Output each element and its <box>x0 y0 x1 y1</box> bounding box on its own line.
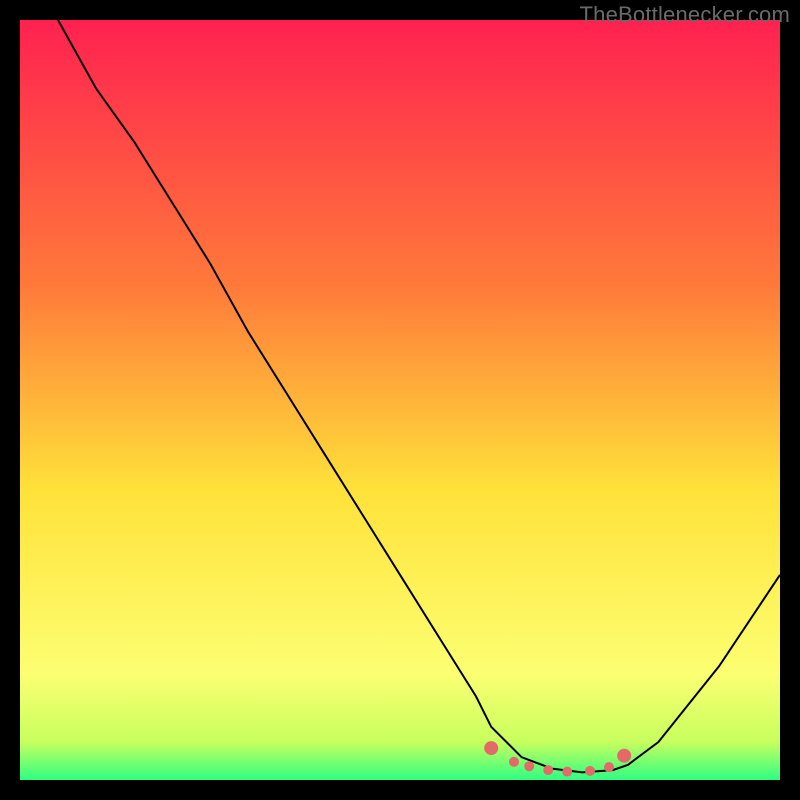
marker-dot <box>543 765 553 775</box>
watermark-text: TheBottlenecker.com <box>580 2 790 28</box>
marker-dot <box>509 757 519 767</box>
marker-dot <box>562 767 572 777</box>
bottleneck-chart <box>20 20 780 780</box>
marker-dot <box>617 749 631 763</box>
gradient-bg <box>20 20 780 780</box>
plot-area <box>20 20 780 780</box>
marker-dot <box>524 761 534 771</box>
marker-dot <box>585 766 595 776</box>
marker-dot <box>484 741 498 755</box>
marker-dot <box>604 762 614 772</box>
